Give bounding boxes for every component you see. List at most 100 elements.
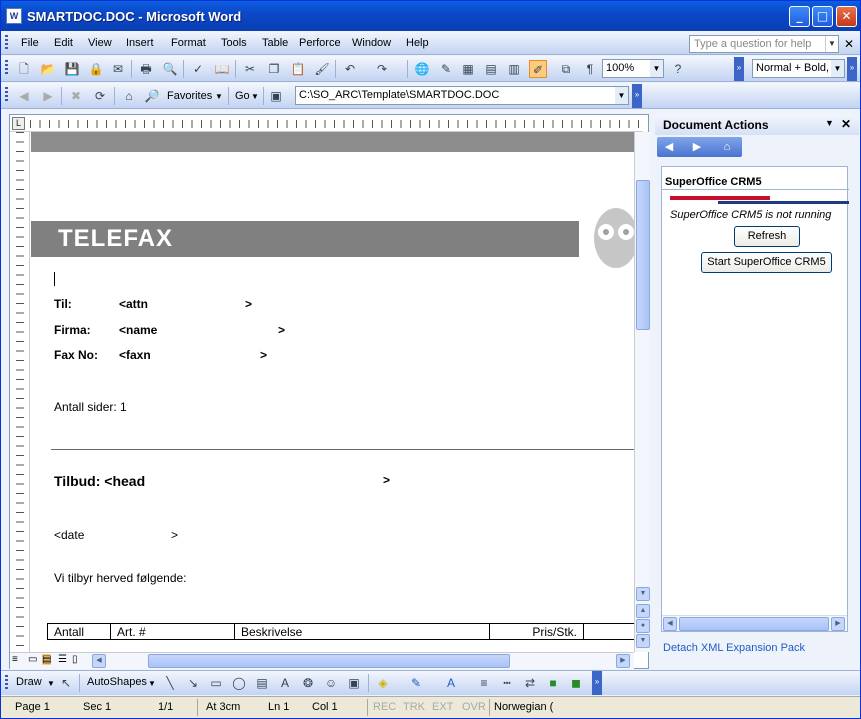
- print-icon[interactable]: 🖶: [137, 60, 155, 78]
- open-folder-icon[interactable]: 📂: [39, 60, 57, 78]
- chevron-down-icon[interactable]: ▼: [831, 60, 844, 77]
- table-header-cell[interactable]: Antall: [47, 624, 110, 640]
- line-icon[interactable]: ╲: [161, 674, 179, 692]
- scroll-thumb[interactable]: [679, 617, 829, 631]
- table-header-cell[interactable]: Beskrivelse: [234, 624, 489, 640]
- new-document-icon[interactable]: 🗋: [15, 60, 33, 78]
- next-page-icon[interactable]: ▼: [636, 634, 650, 648]
- arrow-style-icon[interactable]: ⇄: [521, 674, 539, 692]
- scroll-thumb[interactable]: [636, 180, 650, 330]
- format-painter-icon[interactable]: 🖌: [313, 60, 331, 78]
- status-ext[interactable]: EXT: [432, 701, 453, 713]
- insert-excel-icon[interactable]: ▤: [482, 60, 500, 78]
- save-icon[interactable]: 💾: [63, 60, 81, 78]
- toolbar-options-icon[interactable]: »: [734, 57, 744, 81]
- insert-table-icon[interactable]: ▦: [459, 60, 477, 78]
- minimize-button[interactable]: _: [789, 6, 810, 27]
- scroll-right-icon[interactable]: ▶: [616, 654, 630, 668]
- table-header-cell[interactable]: Pris/Stk.: [489, 624, 583, 640]
- pane-menu-icon[interactable]: ▼: [825, 118, 834, 128]
- menu-file[interactable]: File: [21, 37, 39, 49]
- line-color-icon[interactable]: ✎: [407, 674, 425, 692]
- show-hide-icon[interactable]: ¶: [581, 60, 599, 78]
- menu-view[interactable]: View: [88, 37, 112, 49]
- toolbar-options-icon[interactable]: »: [592, 671, 602, 695]
- menu-table[interactable]: Table: [262, 37, 288, 49]
- date-field[interactable]: <date: [54, 528, 84, 542]
- vertical-ruler[interactable]: [10, 132, 30, 652]
- toolbar-options-icon[interactable]: »: [632, 84, 642, 108]
- status-language[interactable]: Norwegian (: [494, 701, 553, 713]
- menu-edit[interactable]: Edit: [54, 37, 73, 49]
- menu-window[interactable]: Window: [352, 37, 391, 49]
- toolbar-grip[interactable]: [5, 60, 8, 76]
- toolbar-options-icon[interactable]: »: [847, 57, 857, 81]
- forward-icon[interactable]: ▶: [39, 87, 57, 105]
- pane-close-icon[interactable]: ✕: [841, 117, 851, 131]
- autoshapes-menu[interactable]: AutoShapes: [87, 676, 147, 688]
- refresh-button[interactable]: Refresh: [734, 226, 800, 247]
- close-button[interactable]: ✕: [836, 6, 857, 27]
- horizontal-scroll-thumb[interactable]: [148, 654, 510, 668]
- horizontal-scrollbar[interactable]: ≡ ▭ ▤ ☰ ▯ ◀ ▶: [10, 652, 634, 669]
- menu-tools[interactable]: Tools: [221, 37, 247, 49]
- scroll-right-icon[interactable]: ▶: [831, 617, 845, 631]
- arrow-icon[interactable]: ↘: [184, 674, 202, 692]
- wordart-icon[interactable]: A: [276, 674, 294, 692]
- document-map-icon[interactable]: ⧉: [557, 60, 575, 78]
- home-icon[interactable]: ⌂: [120, 87, 138, 105]
- paste-icon[interactable]: 📋: [289, 60, 307, 78]
- text-box-icon[interactable]: ▤: [253, 674, 271, 692]
- detach-xml-link[interactable]: Detach XML Expansion Pack: [663, 642, 805, 654]
- picture-icon[interactable]: ▣: [345, 674, 363, 692]
- stop-icon[interactable]: ✖: [67, 87, 85, 105]
- select-objects-icon[interactable]: ↖: [57, 674, 75, 692]
- font-color-icon[interactable]: A: [442, 674, 460, 692]
- status-rec[interactable]: REC: [373, 701, 396, 713]
- help-icon[interactable]: ?: [669, 60, 687, 78]
- hyperlink-icon[interactable]: 🌐: [413, 60, 431, 78]
- redo-icon[interactable]: ↷: [373, 60, 391, 78]
- status-trk[interactable]: TRK: [403, 701, 425, 713]
- pane-home-icon[interactable]: ⌂: [719, 139, 735, 155]
- start-crm-button[interactable]: Start SuperOffice CRM5: [701, 252, 832, 273]
- fax-field[interactable]: <faxn: [119, 348, 151, 362]
- columns-icon[interactable]: ▥: [505, 60, 523, 78]
- word-app-icon[interactable]: W: [6, 8, 22, 24]
- shadow-style-icon[interactable]: ■: [544, 674, 562, 692]
- toolbar-grip[interactable]: [5, 675, 8, 691]
- select-browse-object-icon[interactable]: ●: [636, 619, 650, 633]
- email-icon[interactable]: ✉: [109, 60, 127, 78]
- print-layout-icon[interactable]: ▤: [42, 654, 52, 665]
- print-preview-icon[interactable]: 🔍: [161, 60, 179, 78]
- pane-forward-icon[interactable]: ▶: [689, 139, 705, 155]
- zoom-select[interactable]: 100% ▼: [602, 59, 664, 78]
- close-document-icon[interactable]: ✕: [844, 37, 854, 51]
- menu-format[interactable]: Format: [171, 37, 206, 49]
- menu-help[interactable]: Help: [406, 37, 429, 49]
- copy-icon[interactable]: ❐: [265, 60, 283, 78]
- tables-borders-icon[interactable]: ✎: [437, 60, 455, 78]
- fill-color-icon[interactable]: ◈: [374, 674, 392, 692]
- tab-selector-icon[interactable]: L: [12, 117, 25, 130]
- chevron-down-icon[interactable]: ▼: [825, 36, 838, 52]
- status-ovr[interactable]: OVR: [462, 701, 486, 713]
- 3d-style-icon[interactable]: ◼: [567, 674, 585, 692]
- toolbar-grip[interactable]: [5, 87, 8, 103]
- toolbar-grip[interactable]: [5, 35, 8, 51]
- refresh-icon[interactable]: ⟳: [91, 87, 109, 105]
- clip-art-icon[interactable]: ☺: [322, 674, 340, 692]
- document-page[interactable]: TELEFAX Til: <attn > Firma: <name > Fax …: [31, 132, 643, 652]
- rectangle-icon[interactable]: ▭: [207, 674, 225, 692]
- search-web-icon[interactable]: 🔎: [143, 87, 161, 105]
- chevron-down-icon[interactable]: ▼: [650, 60, 663, 77]
- menu-perforce[interactable]: Perforce: [299, 37, 341, 49]
- dash-style-icon[interactable]: ┅: [498, 674, 516, 692]
- address-field[interactable]: C:\SO_ARC\Template\SMARTDOC.DOC ▼: [295, 86, 629, 105]
- tilbud-heading[interactable]: Tilbud: <head: [54, 473, 145, 489]
- chevron-down-icon[interactable]: ▼: [615, 87, 628, 104]
- draw-menu[interactable]: Draw: [16, 676, 42, 688]
- favorites-menu[interactable]: Favorites: [167, 90, 212, 102]
- permission-icon[interactable]: 🔒: [87, 60, 105, 78]
- scroll-down-icon[interactable]: ▼: [636, 587, 650, 601]
